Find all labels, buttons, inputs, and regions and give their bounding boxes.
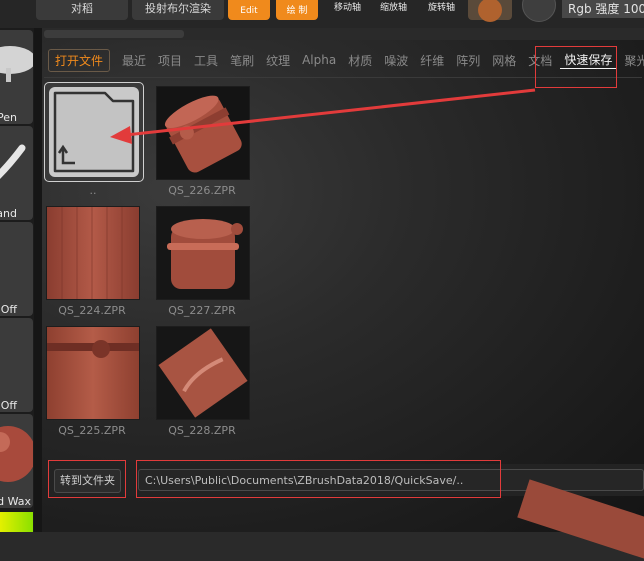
- annotation-arrow: [110, 88, 536, 144]
